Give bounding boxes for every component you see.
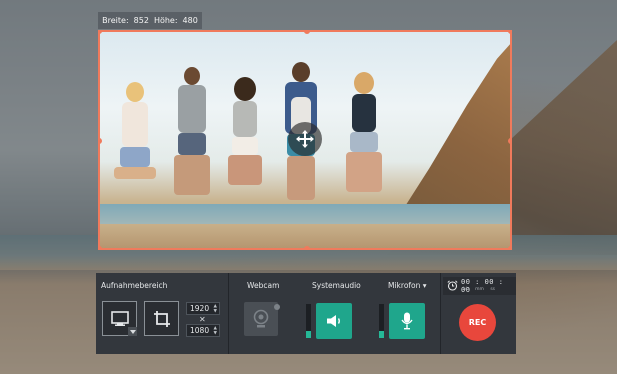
dimension-times: ✕ bbox=[199, 315, 206, 324]
resize-handle-bottom[interactable] bbox=[304, 246, 310, 248]
resize-handle-left[interactable] bbox=[100, 138, 102, 144]
timer-display[interactable]: 00 : 00 : 00 hh mm ss bbox=[443, 277, 516, 295]
person-5 bbox=[338, 72, 390, 232]
microphone-title[interactable]: Mikrofon ▾ bbox=[388, 281, 427, 290]
capture-width-input[interactable]: 1920 ▲ ▼ bbox=[186, 302, 220, 315]
chevron-down-icon[interactable]: ▾ bbox=[423, 281, 427, 290]
person-2 bbox=[168, 67, 214, 232]
microphone-icon bbox=[401, 312, 413, 330]
person-1 bbox=[110, 82, 160, 232]
microphone-level-meter bbox=[379, 304, 384, 338]
capture-height-value: 1080 bbox=[190, 326, 210, 335]
monitor-icon bbox=[110, 310, 129, 326]
alarm-clock-icon bbox=[447, 280, 458, 291]
height-label: Höhe: bbox=[153, 16, 178, 25]
system-audio-toggle[interactable] bbox=[316, 303, 352, 339]
capture-area-title: Aufnahmebereich bbox=[101, 281, 168, 290]
crop-area-button[interactable] bbox=[144, 301, 179, 336]
resize-handle-top[interactable] bbox=[304, 32, 310, 34]
system-audio-title: Systemaudio bbox=[312, 281, 361, 290]
capture-area-section: Aufnahmebereich 1920 ▲ ▼ ✕ 1080 ▲ ▼ bbox=[96, 273, 227, 354]
move-arrows-icon[interactable] bbox=[288, 122, 322, 156]
system-audio-level-meter bbox=[306, 304, 311, 338]
height-spinner[interactable]: ▲ ▼ bbox=[214, 326, 217, 336]
capture-size-label: Breite: 852 Höhe: 480 bbox=[98, 12, 202, 29]
width-label: Breite: bbox=[102, 16, 129, 25]
height-value: 480 bbox=[182, 16, 198, 25]
speaker-icon bbox=[327, 315, 340, 327]
resize-handle-right[interactable] bbox=[508, 138, 510, 144]
webcam-title: Webcam bbox=[247, 281, 280, 290]
rec-button[interactable]: REC bbox=[459, 304, 496, 341]
webcam-settings-icon[interactable] bbox=[274, 304, 280, 310]
crop-icon bbox=[153, 310, 170, 327]
divider bbox=[228, 273, 229, 354]
microphone-label: Mikrofon bbox=[388, 281, 421, 290]
person-3 bbox=[220, 77, 270, 232]
resize-handle-top-left[interactable] bbox=[100, 32, 102, 34]
capture-height-input[interactable]: 1080 ▲ ▼ bbox=[186, 324, 220, 337]
select-screen-button[interactable] bbox=[102, 301, 137, 336]
microphone-level-fill bbox=[379, 331, 384, 338]
resize-handle-top-right[interactable] bbox=[508, 32, 510, 34]
timer-units: hh mm ss bbox=[463, 287, 496, 292]
system-audio-level-fill bbox=[306, 331, 311, 338]
resize-handle-bottom-right[interactable] bbox=[508, 246, 510, 248]
width-spinner[interactable]: ▲ ▼ bbox=[214, 304, 217, 314]
webcam-icon bbox=[253, 309, 269, 328]
webcam-button[interactable] bbox=[244, 302, 278, 336]
capture-width-value: 1920 bbox=[190, 304, 210, 313]
microphone-toggle[interactable] bbox=[389, 303, 425, 339]
divider bbox=[440, 273, 441, 354]
control-panel: Aufnahmebereich 1920 ▲ ▼ ✕ 1080 ▲ ▼ Webc… bbox=[96, 273, 516, 354]
chevron-down-icon[interactable] bbox=[128, 327, 137, 336]
resize-handle-bottom-left[interactable] bbox=[100, 246, 102, 248]
width-value: 852 bbox=[133, 16, 149, 25]
